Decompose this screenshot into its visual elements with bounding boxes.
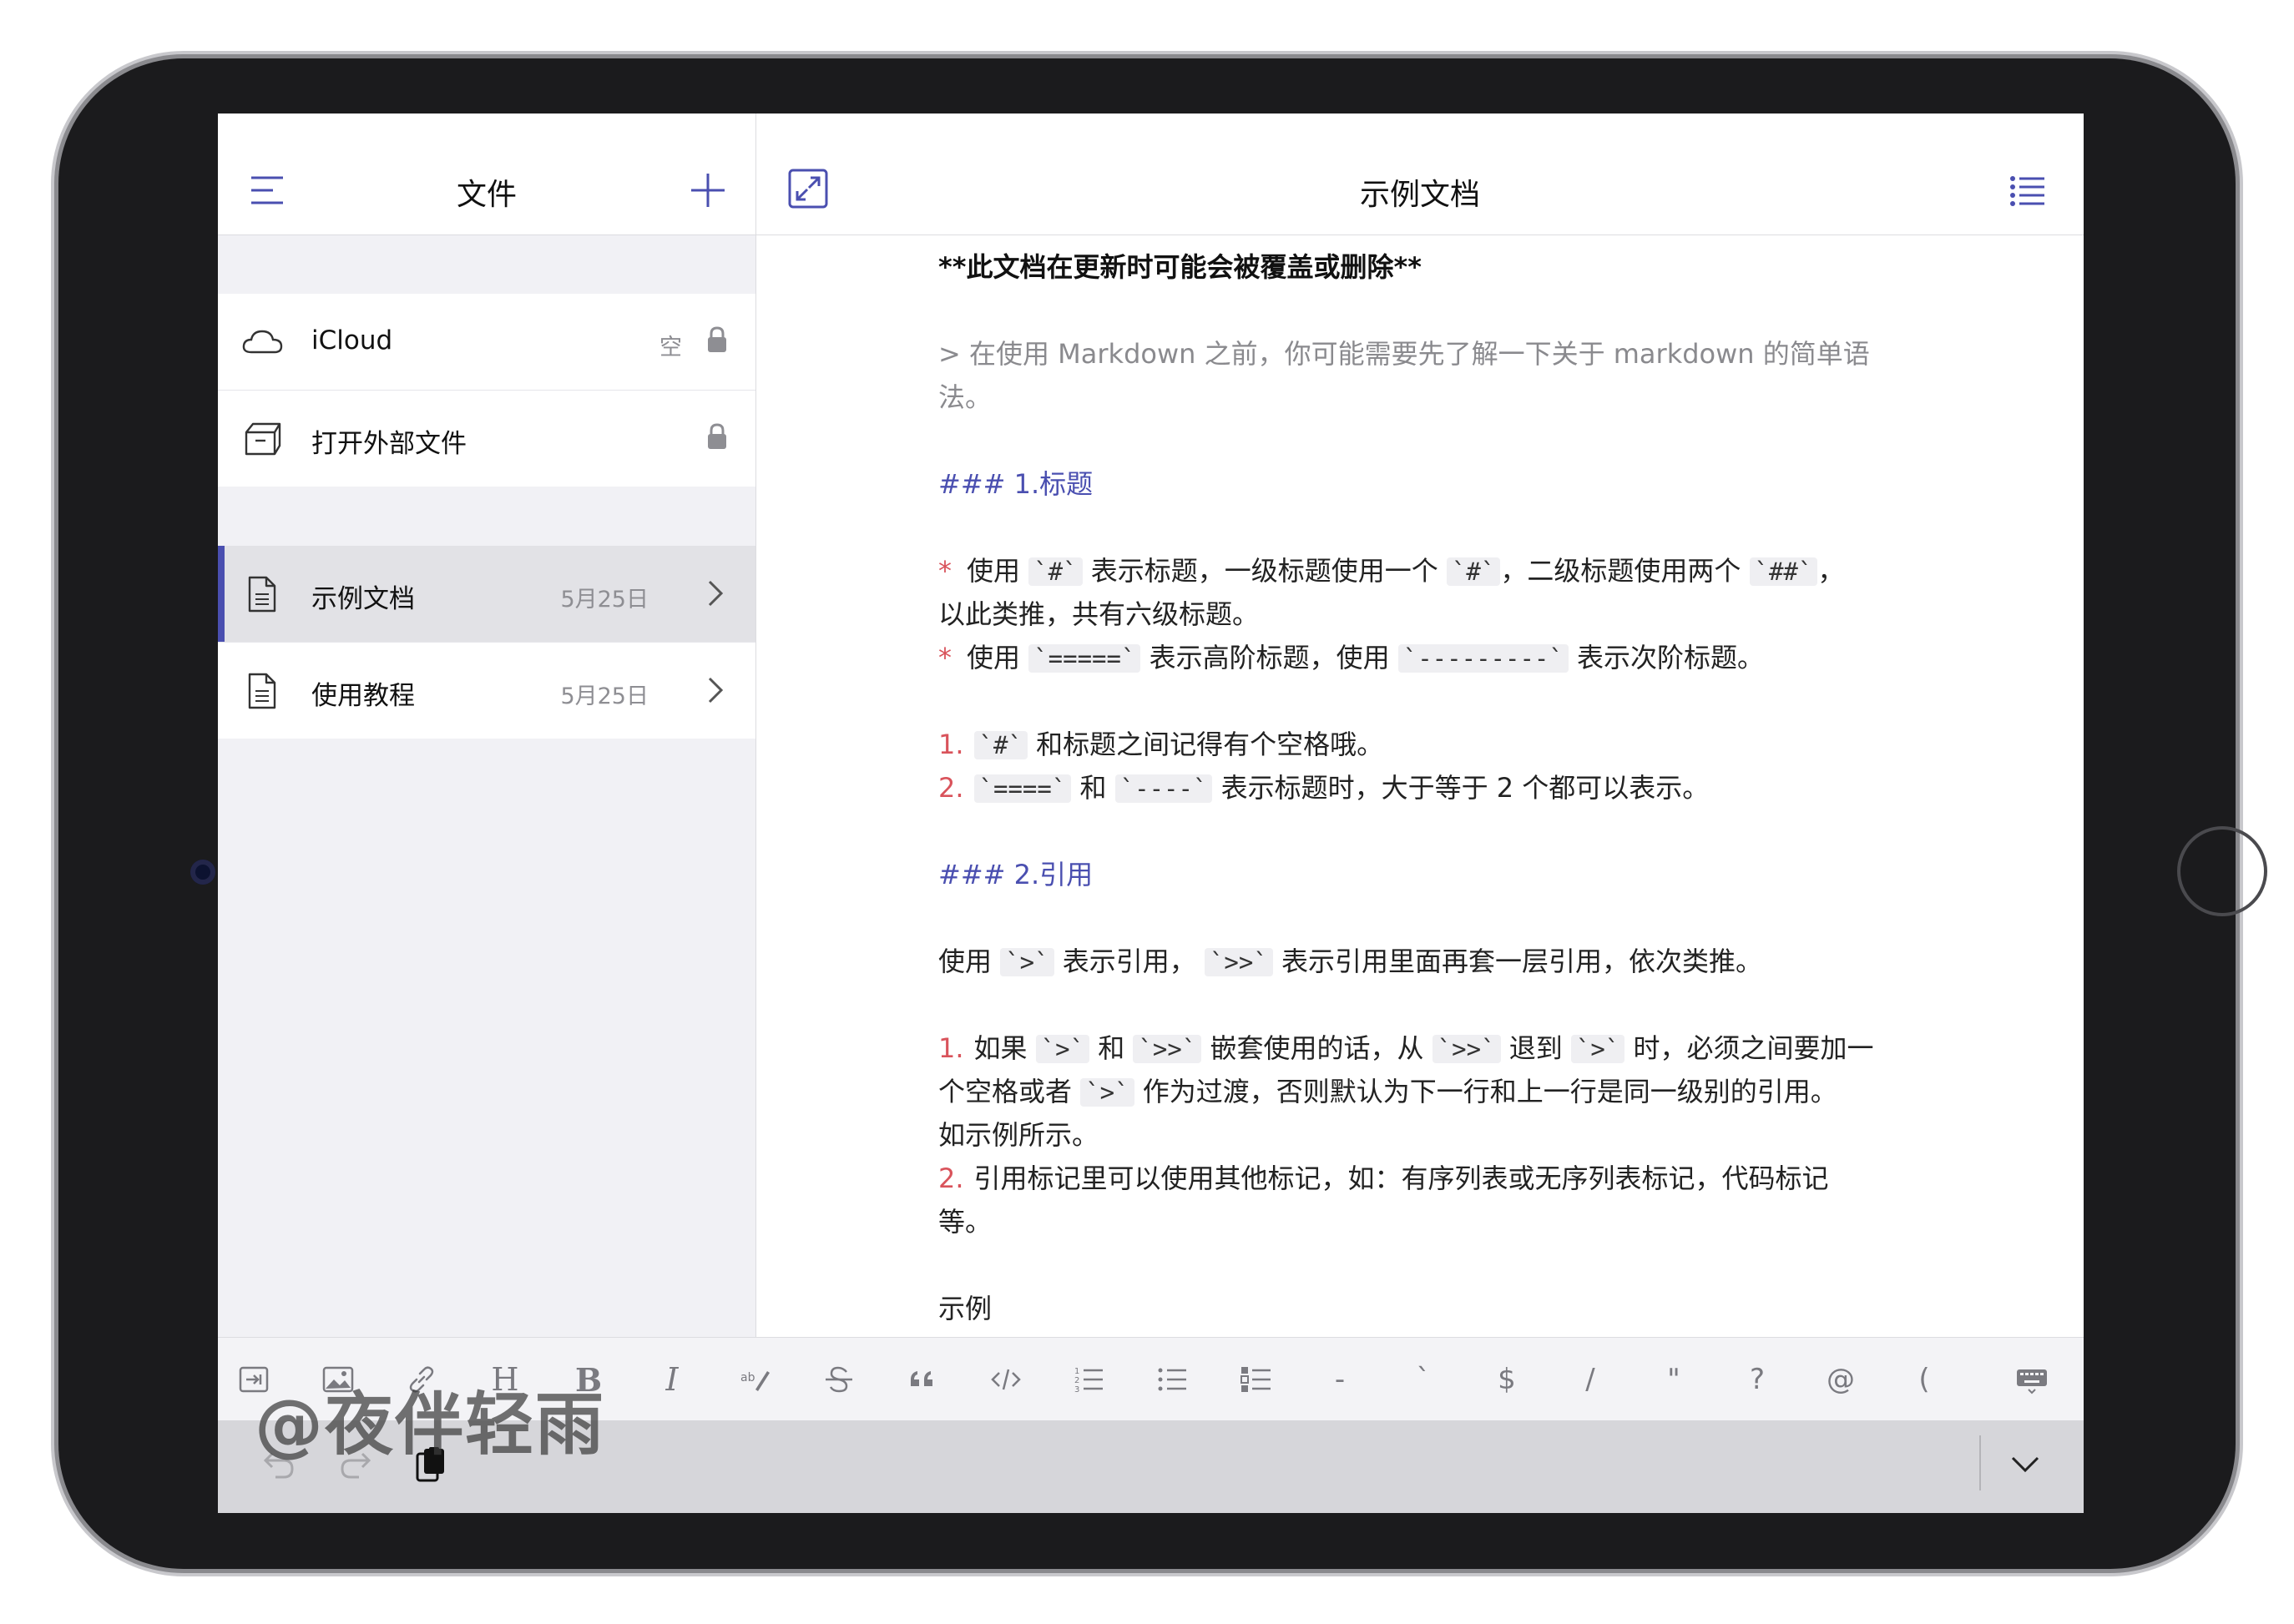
strikethrough-button[interactable] xyxy=(816,1356,862,1403)
task-list-button[interactable] xyxy=(1233,1356,1280,1403)
text-line: 等。 xyxy=(938,1206,993,1238)
insert-paren-button[interactable]: ( xyxy=(1901,1356,1948,1403)
document-date: 5月25日 xyxy=(560,587,649,613)
quote-icon xyxy=(911,1371,932,1386)
ordered-list-icon: 123 xyxy=(1074,1367,1103,1395)
document-name: 使用教程 xyxy=(311,681,415,711)
front-camera xyxy=(190,860,215,885)
chevron-right-icon xyxy=(708,677,724,704)
text-line: 以此类推，共有六级标题。 xyxy=(938,598,1260,630)
text-line: 如示例所示。 xyxy=(938,1119,1099,1151)
blockquote-button[interactable] xyxy=(899,1356,946,1403)
checklist-icon xyxy=(1240,1367,1271,1392)
editor-content[interactable]: **此文档在更新时可能会被覆盖或删除** > 在使用 Markdown 之前，你… xyxy=(938,235,1965,1330)
bullet-line: * 使用 `#` 表示标题，一级标题使用一个 `#` ，二级标题使用两个 `##`， xyxy=(938,555,1845,587)
insert-slash-button[interactable]: / xyxy=(1567,1356,1614,1403)
location-icloud[interactable]: iCloud 空 xyxy=(218,294,755,391)
insert-dollar-button[interactable]: $ xyxy=(1483,1356,1530,1403)
document-list: 示例文档 5月25日 使用教程 5月25日 xyxy=(218,546,755,739)
number-marker: 1. xyxy=(938,729,964,760)
italic-button[interactable]: I xyxy=(649,1356,695,1403)
bullet-marker: * xyxy=(938,555,952,587)
text-line: **此文档在更新时可能会被覆盖或删除** xyxy=(938,251,1422,283)
numbered-line: 1. `#` 和标题之间记得有个空格哦。 xyxy=(938,729,1384,760)
numbered-line: 1. 如果 `>` 和 `>>` 嵌套使用的话，从 `>>` 退到 `>` 时，必… xyxy=(938,1032,1874,1064)
text-line: 示例 xyxy=(938,1293,993,1324)
numbered-line: 2. `====` 和 `----` 表示标题时，大于等于 2 个都可以表示。 xyxy=(938,772,1710,804)
location-label: 打开外部文件 xyxy=(311,429,467,459)
document-item[interactable]: 使用教程 5月25日 xyxy=(218,643,755,739)
svg-text:3: 3 xyxy=(1074,1385,1079,1395)
add-file-icon[interactable] xyxy=(690,172,726,209)
sidebar-title: 文件 xyxy=(456,178,517,212)
outline-icon[interactable] xyxy=(2009,175,2046,207)
insert-at-button[interactable]: @ xyxy=(1817,1356,1864,1403)
chevron-down-icon xyxy=(2011,1456,2039,1473)
text-line: 个空格或者 `>` 作为过渡，否则默认为下一行和上一行是同一级别的引用。 xyxy=(938,1076,1837,1107)
number-marker: 2. xyxy=(938,772,964,804)
lock-icon xyxy=(708,326,726,352)
number-marker: 1. xyxy=(938,1032,964,1064)
document-item[interactable]: 示例文档 5月25日 xyxy=(218,546,755,643)
location-label: iCloud xyxy=(311,325,393,356)
location-external[interactable]: 打开外部文件 xyxy=(218,391,755,487)
bar-divider xyxy=(1979,1435,1981,1490)
locations-list: iCloud 空 打开外部文件 xyxy=(218,294,755,487)
chevron-right-icon xyxy=(708,580,724,607)
svg-text:ab: ab xyxy=(740,1371,755,1384)
bullet-line: * 使用 `=====` 表示高阶标题，使用 `---------` 表示次阶标题… xyxy=(938,642,1765,673)
home-button[interactable] xyxy=(2177,826,2267,916)
quote-line: > 在使用 Markdown 之前，你可能需要先了解一下关于 markdown … xyxy=(938,338,1870,370)
heading-line: ### 1.标题 xyxy=(938,468,1094,500)
dismiss-keyboard-button[interactable] xyxy=(2001,1440,2049,1489)
keyboard-button[interactable] xyxy=(2009,1356,2055,1403)
code-icon xyxy=(991,1369,1021,1390)
document-date: 5月25日 xyxy=(560,683,649,709)
insert-question-button[interactable]: ? xyxy=(1734,1356,1781,1403)
insert-dash-button[interactable]: - xyxy=(1316,1356,1363,1403)
numbered-line: 2. 引用标记里可以使用其他标记，如：有序列表或无序列表标记，代码标记 xyxy=(938,1163,1829,1194)
app-screen: 文件 iCloud 空 打开外部文件 示例文档 5月25日 使用教程 5月25日… xyxy=(218,113,2084,1513)
insert-backtick-button[interactable]: ` xyxy=(1400,1356,1447,1403)
watermark-text: @夜伴轻雨 xyxy=(255,1385,606,1465)
markdown-editor[interactable]: 示例文档 **此文档在更新时可能会被覆盖或删除** > 在使用 Markdown… xyxy=(756,113,2084,1337)
unordered-list-button[interactable] xyxy=(1150,1356,1196,1403)
svg-text:1: 1 xyxy=(1074,1367,1079,1376)
highlight-button[interactable]: ab xyxy=(732,1356,779,1403)
highlight-pen-icon: ab xyxy=(740,1371,770,1391)
text-line: 使用 `>` 表示引用， `>>` 表示引用里面再套一层引用，依次类推。 xyxy=(938,946,1762,977)
document-title: 示例文档 xyxy=(1359,178,1480,212)
insert-quote-button[interactable]: " xyxy=(1650,1356,1697,1403)
number-marker: 2. xyxy=(938,1163,964,1194)
code-button[interactable] xyxy=(983,1356,1029,1403)
box-icon xyxy=(245,422,281,456)
cloud-icon xyxy=(242,330,283,354)
bullet-list-icon xyxy=(1158,1368,1186,1391)
quote-line: 法。 xyxy=(938,381,993,413)
editor-header: 示例文档 xyxy=(756,113,2084,235)
sidebar-header: 文件 xyxy=(218,113,755,235)
document-name: 示例文档 xyxy=(311,584,415,614)
bullet-marker: * xyxy=(938,642,952,673)
heading-line: ### 2.引用 xyxy=(938,859,1094,890)
document-icon xyxy=(248,576,276,613)
ordered-list-button[interactable]: 123 xyxy=(1066,1356,1113,1403)
svg-text:2: 2 xyxy=(1074,1376,1079,1385)
document-icon xyxy=(248,673,276,709)
strikethrough-icon xyxy=(826,1366,852,1393)
lock-icon xyxy=(708,423,726,449)
file-sidebar: 文件 iCloud 空 打开外部文件 示例文档 5月25日 使用教程 5月25日 xyxy=(218,113,756,1337)
keyboard-icon xyxy=(2017,1369,2047,1395)
location-status: 空 xyxy=(659,335,682,361)
